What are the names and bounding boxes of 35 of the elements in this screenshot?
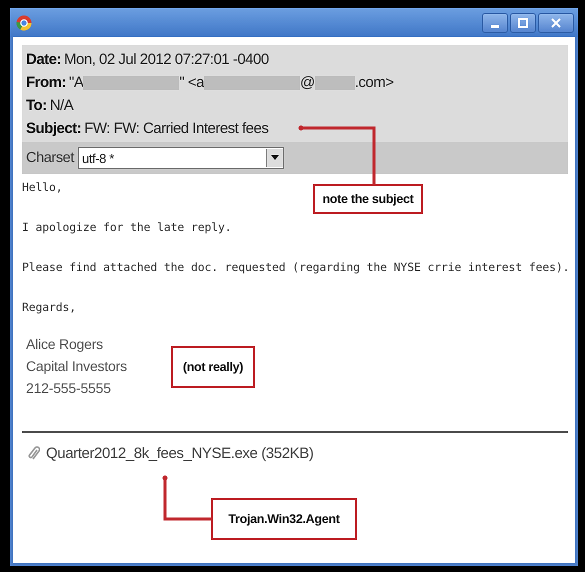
maximize-button[interactable] <box>510 12 536 32</box>
minimize-button[interactable] <box>482 12 508 32</box>
signature-line: Alice Rogers <box>26 335 103 354</box>
field-value: "A <box>69 73 84 93</box>
callout-note: Trojan.Win32.Agent <box>211 498 357 540</box>
signature-line: Capital Investors <box>26 357 127 376</box>
paperclip-icon <box>28 446 40 462</box>
minimize-icon <box>491 24 499 28</box>
signature-line: 212-555-5555 <box>26 379 111 398</box>
close-icon <box>551 18 561 28</box>
message-text: Please find attached the doc. requested (regarding the NYSE crrie interest fees). <box>22 261 570 274</box>
maximize-icon <box>518 18 528 28</box>
charset-dropdown[interactable]: utf-8 * <box>78 147 284 169</box>
leader-line <box>162 476 211 520</box>
close-button[interactable] <box>538 12 574 32</box>
field-value: .com> <box>354 73 394 93</box>
attachment-link[interactable]: Quarter2012_8k_fees_NYSE.exe (352KB) <box>46 445 314 462</box>
field-value: FW: FW: Carried Interest fees <box>84 119 268 139</box>
field-label: Subject: <box>26 119 82 139</box>
field-label: Date: <box>26 50 62 70</box>
field-value: Mon, 02 Jul 2012 07:27:01 -0400 <box>64 50 269 70</box>
field-value: N/A <box>50 96 74 116</box>
field-value: " <a <box>179 73 204 93</box>
app-logo-icon <box>16 14 32 30</box>
redaction-block <box>314 76 355 90</box>
field-value: @ <box>300 73 315 93</box>
field-label: From: <box>26 73 66 93</box>
callout-note: (not really) <box>171 346 255 388</box>
field-label: To: <box>26 96 47 116</box>
message-text: Regards, <box>22 301 76 314</box>
callout-note: note the subject <box>313 184 423 214</box>
message-text: Hello, <box>22 181 63 194</box>
dropdown-arrow-icon <box>270 155 279 161</box>
charset-label: Charset <box>26 150 74 166</box>
message-text: I apologize for the late reply. <box>22 221 232 234</box>
